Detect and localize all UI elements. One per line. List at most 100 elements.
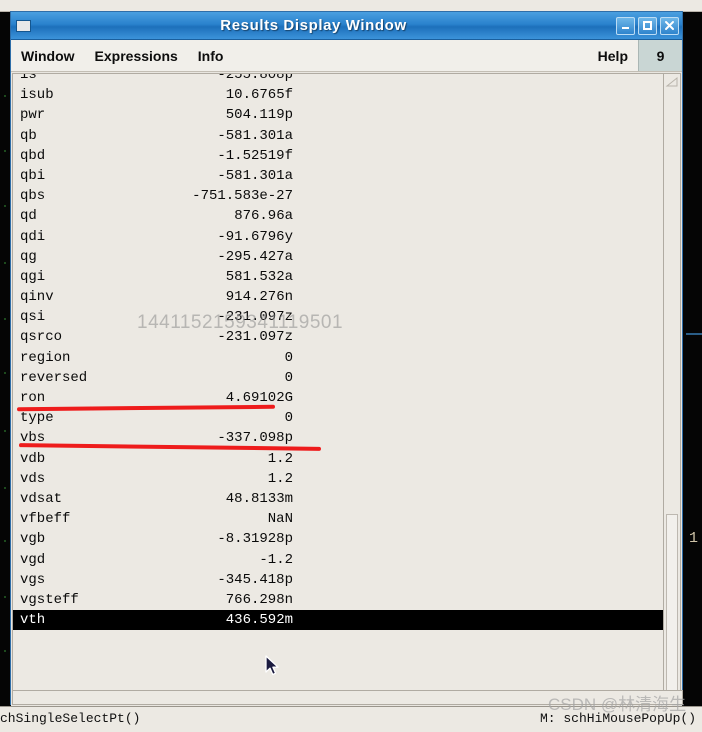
- results-display-window: Results Display Window Window Expression…: [10, 11, 683, 706]
- result-row[interactable]: vth 436.592m: [13, 610, 663, 631]
- result-row-name: vds: [20, 470, 46, 487]
- result-row-value: 581.532a: [225, 268, 293, 285]
- result-row-name: qsrco: [20, 329, 63, 346]
- window-number-badge: 9: [638, 40, 682, 71]
- result-row-name: vgd: [20, 551, 46, 568]
- result-row-value: 766.298n: [225, 591, 293, 608]
- result-row[interactable]: region 0: [13, 348, 663, 368]
- result-row[interactable]: qsrco -231.097z: [13, 327, 663, 347]
- result-row[interactable]: vgs -345.418p: [13, 570, 663, 590]
- window-body: is -255.808p isub 10.6765f pwr 504.119p qb -581…: [11, 72, 683, 706]
- result-row[interactable]: pwr 504.119p: [13, 105, 663, 125]
- title-bar[interactable]: Results Display Window: [11, 12, 682, 40]
- result-row-value: 4.69102G: [225, 390, 293, 406]
- result-row-value: 1.2: [267, 450, 293, 467]
- result-row-name: qsi: [20, 309, 46, 326]
- result-row-name: isub: [20, 87, 54, 104]
- result-row[interactable]: qbs -751.583e-27: [13, 186, 663, 206]
- result-row-name: pwr: [20, 107, 46, 124]
- result-row[interactable]: ron 4.69102G: [13, 388, 663, 408]
- result-row[interactable]: qbi -581.301a: [13, 166, 663, 186]
- result-row[interactable]: vgd -1.2: [13, 550, 663, 570]
- result-row-name: qbs: [20, 188, 46, 205]
- result-row[interactable]: vdsat 48.8133m: [13, 489, 663, 509]
- result-row-value: 914.276n: [225, 289, 293, 306]
- vertical-scrollbar[interactable]: [663, 73, 681, 705]
- result-row-value: 0: [284, 369, 293, 386]
- result-row-value: -581.301a: [217, 127, 293, 144]
- result-row-value: -8.31928p: [217, 531, 293, 548]
- scroll-up-button[interactable]: [665, 75, 679, 89]
- results-list[interactable]: is -255.808p isub 10.6765f pwr 504.119p qb -581…: [12, 73, 663, 705]
- minimize-button[interactable]: [616, 16, 635, 35]
- result-row-name: qb: [20, 127, 37, 144]
- background-blue-marker: [686, 333, 702, 335]
- status-bar: chSingleSelectPt() M: schHiMousePopUp(): [0, 706, 702, 732]
- result-row-value: -295.427a: [217, 248, 293, 265]
- status-command-right: M: schHiMousePopUp(): [539, 711, 696, 726]
- result-row-name: vgsteff: [20, 591, 79, 608]
- result-row[interactable]: is -255.808p: [13, 73, 663, 85]
- result-row-name: vbs: [20, 430, 46, 447]
- close-icon: [665, 21, 674, 30]
- result-row-name: type: [20, 410, 54, 427]
- background-dot: [4, 150, 6, 152]
- result-row-name: vgb: [20, 531, 46, 548]
- result-row-value: -91.6796y: [217, 228, 293, 245]
- maximize-icon: [643, 21, 652, 30]
- result-row[interactable]: vbs -337.098p: [13, 428, 663, 448]
- horizontal-scrollbar[interactable]: [12, 690, 683, 705]
- result-row[interactable]: qsi -231.097z: [13, 307, 663, 327]
- result-row-name: vdsat: [20, 490, 63, 507]
- result-row[interactable]: vds 1.2: [13, 469, 663, 489]
- result-row-value: -337.098p: [217, 430, 293, 447]
- result-row-value: -231.097z: [217, 329, 293, 346]
- result-row[interactable]: type 0: [13, 408, 663, 428]
- result-row-name: vfbeff: [20, 511, 71, 528]
- result-row-name: qbi: [20, 167, 46, 184]
- background-dot: [4, 540, 6, 542]
- result-row-name: ron: [20, 390, 46, 406]
- menu-bar: Window Expressions Info Help 9: [11, 40, 682, 72]
- menu-item-help[interactable]: Help: [588, 48, 638, 64]
- result-row-name: vdb: [20, 450, 46, 467]
- result-row[interactable]: reversed 0: [13, 368, 663, 388]
- close-button[interactable]: [660, 16, 679, 35]
- result-row[interactable]: qd 876.96a: [13, 206, 663, 226]
- triangle-up-icon: [665, 76, 678, 87]
- minimize-icon: [622, 27, 629, 29]
- result-row[interactable]: qgi 581.532a: [13, 267, 663, 287]
- background-dot: [4, 430, 6, 432]
- result-row[interactable]: vfbeff NaN: [13, 509, 663, 529]
- menu-item-expressions[interactable]: Expressions: [85, 48, 188, 64]
- menu-item-info[interactable]: Info: [188, 48, 234, 64]
- scrollbar-thumb[interactable]: [666, 514, 678, 694]
- result-row[interactable]: qg -295.427a: [13, 247, 663, 267]
- result-row-value: -1.52519f: [217, 147, 293, 164]
- result-row-value: 876.96a: [234, 208, 293, 225]
- result-row-name: qd: [20, 208, 37, 225]
- mouse-cursor: [265, 655, 279, 676]
- result-row[interactable]: vdb 1.2: [13, 449, 663, 469]
- result-row-value: -581.301a: [217, 167, 293, 184]
- result-row-value: 48.8133m: [225, 490, 293, 507]
- result-row-value: 0: [284, 410, 293, 427]
- result-row-name: reversed: [20, 369, 88, 386]
- result-row-value: -751.583e-27: [192, 188, 293, 205]
- result-row-value: -255.808p: [217, 73, 293, 83]
- menu-item-window[interactable]: Window: [11, 48, 85, 64]
- result-row-value: NaN: [267, 511, 293, 528]
- result-row[interactable]: vgsteff 766.298n: [13, 590, 663, 610]
- result-row[interactable]: vgb -8.31928p: [13, 529, 663, 549]
- result-row[interactable]: qb -581.301a: [13, 126, 663, 146]
- background-dot: [4, 596, 6, 598]
- result-row-name: vth: [20, 612, 46, 629]
- result-row[interactable]: qbd -1.52519f: [13, 146, 663, 166]
- result-row[interactable]: qinv 914.276n: [13, 287, 663, 307]
- result-row-name: qg: [20, 248, 37, 265]
- maximize-button[interactable]: [638, 16, 657, 35]
- result-row[interactable]: qdi -91.6796y: [13, 227, 663, 247]
- result-row[interactable]: isub 10.6765f: [13, 85, 663, 105]
- result-row-value: 1.2: [267, 470, 293, 487]
- result-row-name: qbd: [20, 147, 46, 164]
